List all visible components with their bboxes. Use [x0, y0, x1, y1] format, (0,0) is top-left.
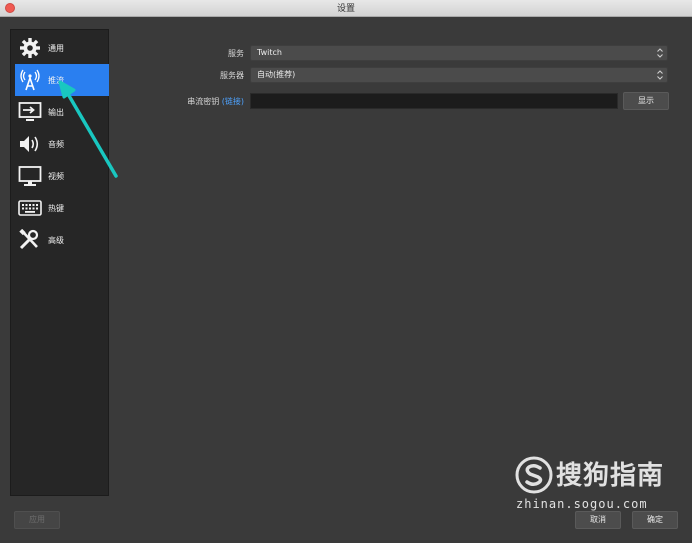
service-select[interactable]: Twitch: [250, 45, 668, 61]
server-label: 服务器: [220, 71, 244, 80]
server-select[interactable]: 自动(推荐): [250, 67, 668, 83]
sidebar-item-hotkeys[interactable]: 热键: [15, 192, 109, 224]
sidebar-item-general[interactable]: 通用: [15, 32, 109, 64]
sidebar-item-label: 音频: [48, 139, 64, 149]
antenna-icon: [18, 68, 42, 92]
sidebar-item-label: 视频: [48, 171, 64, 181]
sidebar-item-advanced[interactable]: 高级: [15, 224, 109, 256]
output-icon: [18, 100, 42, 124]
apply-button[interactable]: 应用: [14, 511, 60, 529]
sidebar-item-audio[interactable]: 音频: [15, 128, 109, 160]
sidebar-item-stream[interactable]: 推流: [15, 64, 109, 96]
chevron-updown-icon: [657, 48, 663, 58]
stream-key-link[interactable]: (链接): [222, 97, 244, 106]
sidebar-item-label: 通用: [48, 43, 64, 53]
gear-icon: [18, 36, 42, 60]
show-key-button[interactable]: 显示: [623, 92, 669, 110]
stream-key-label: 串流密钥 (链接): [150, 96, 244, 107]
stream-key-label-text: 串流密钥: [187, 97, 220, 106]
tools-icon: [18, 228, 42, 252]
keyboard-icon: [18, 196, 42, 220]
sidebar-item-label: 输出: [48, 107, 64, 117]
monitor-icon: [18, 164, 42, 188]
window-titlebar[interactable]: 设置: [0, 0, 692, 17]
chevron-updown-icon: [657, 70, 663, 80]
service-select-value: Twitch: [257, 48, 282, 57]
settings-sidebar: 通用 推流 输出 音频 视频 热键 高级: [10, 29, 109, 496]
service-label: 服务: [228, 49, 244, 58]
sidebar-item-video[interactable]: 视频: [15, 160, 109, 192]
server-select-value: 自动(推荐): [257, 70, 296, 79]
sogou-watermark: 搜狗指南 zhinan.sogou.com: [512, 455, 682, 525]
sidebar-item-label: 热键: [48, 203, 64, 213]
stream-key-input[interactable]: [250, 93, 618, 109]
watermark-brand: 搜狗指南: [556, 461, 665, 491]
sidebar-item-label: 高级: [48, 235, 64, 245]
speaker-icon: [18, 132, 42, 156]
sidebar-item-output[interactable]: 输出: [15, 96, 109, 128]
watermark-url: zhinan.sogou.com: [516, 497, 648, 511]
sogou-logo-icon: [515, 456, 553, 494]
window-title: 设置: [336, 4, 355, 14]
sidebar-item-label: 推流: [48, 75, 64, 85]
